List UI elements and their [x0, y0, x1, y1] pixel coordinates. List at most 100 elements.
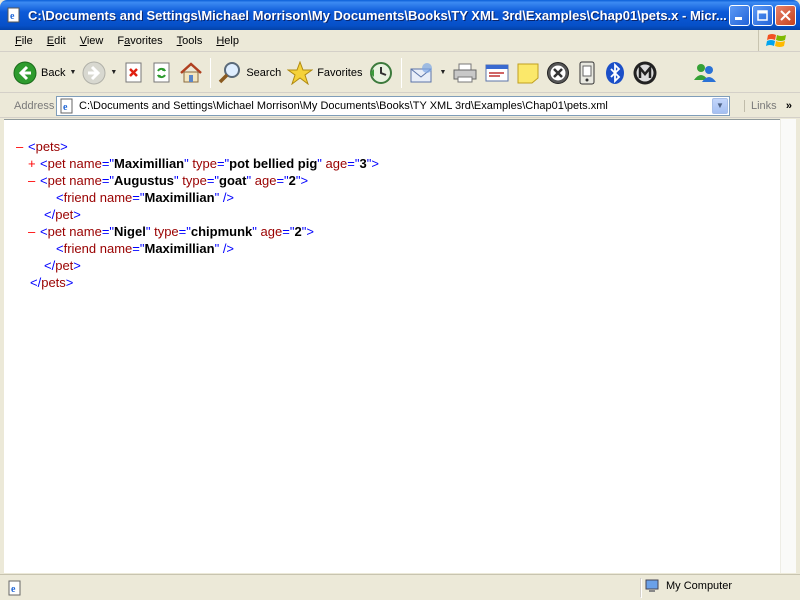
menu-tools[interactable]: Tools: [170, 35, 210, 47]
device-icon: [579, 61, 595, 84]
print-button[interactable]: [449, 55, 481, 91]
menu-favorites-label: vorites: [130, 34, 163, 47]
address-input[interactable]: e C:\Documents and Settings\Michael Morr…: [56, 95, 730, 116]
xml-attr-value: goat: [219, 173, 247, 188]
bluetooth-icon: [606, 61, 625, 84]
xml-attr-value: Augustus: [114, 173, 174, 188]
history-button[interactable]: [365, 55, 397, 91]
menu-favorites[interactable]: Favorites: [110, 35, 169, 47]
page-icon: e: [60, 98, 73, 113]
xml-punct: ": [252, 224, 257, 239]
menu-file[interactable]: File: [8, 35, 40, 47]
svg-text:e: e: [11, 584, 16, 595]
address-dropdown-icon[interactable]: ▼: [712, 97, 728, 114]
expand-toggle[interactable]: +: [28, 155, 40, 172]
xml-punct: <: [56, 241, 64, 256]
window-title: C:\Documents and Settings\Michael Morris…: [28, 7, 727, 23]
page-status-icon: e: [8, 580, 21, 595]
maximize-button[interactable]: [752, 5, 773, 26]
mail-icon: [410, 62, 433, 82]
back-button[interactable]: Back ▼: [10, 55, 79, 91]
edit-page-icon: [485, 64, 509, 81]
search-button[interactable]: Search: [215, 55, 284, 91]
menu-edit[interactable]: Edit: [40, 35, 73, 47]
forward-arrow-icon: [82, 61, 106, 84]
xml-tag-name: pet: [47, 156, 66, 171]
xml-punct: =": [347, 156, 360, 171]
xml-tag-name: pet: [55, 207, 74, 222]
xml-tag-name: pet: [55, 258, 74, 273]
xml-attr-value: Nigel: [114, 224, 146, 239]
messenger-button[interactable]: [689, 55, 721, 91]
xml-tag-name: friend: [63, 241, 97, 256]
ie-page-icon: e: [7, 7, 20, 23]
xml-attr-name: name: [99, 190, 133, 205]
forward-dropdown-icon[interactable]: ▼: [110, 69, 117, 76]
xml-punct: =": [132, 190, 145, 205]
back-arrow-icon: [13, 61, 37, 84]
menu-tools-label: ools: [182, 34, 203, 47]
links-label[interactable]: Links: [744, 99, 777, 112]
phone-button[interactable]: [573, 55, 601, 91]
xml-punct: =": [178, 224, 191, 239]
xml-punct: >: [371, 156, 379, 171]
links-chevron-icon[interactable]: »: [786, 100, 792, 112]
back-dropdown-icon[interactable]: ▼: [69, 69, 76, 76]
stop-button[interactable]: [120, 55, 148, 91]
menu-help[interactable]: Help: [209, 35, 246, 47]
home-button[interactable]: [176, 55, 206, 91]
discuss-button[interactable]: [513, 55, 543, 91]
search-label: Search: [246, 66, 282, 79]
stop-icon: [125, 62, 142, 82]
xml-attr-name: name: [99, 241, 133, 256]
xml-punct: >: [306, 224, 314, 239]
note-icon: [517, 63, 539, 83]
forward-button[interactable]: ▼: [79, 55, 120, 91]
mail-dropdown-icon[interactable]: ▼: [439, 69, 446, 76]
xml-root-open: – <pets>: [16, 138, 379, 155]
collapse-toggle[interactable]: –: [28, 172, 40, 189]
windows-flag-icon: [765, 33, 786, 47]
xml-attr-value: 2: [294, 224, 302, 239]
xml-attr-name: type: [182, 173, 207, 188]
xml-punct: =": [216, 156, 230, 171]
refresh-button[interactable]: [148, 55, 176, 91]
minimize-button[interactable]: [729, 5, 750, 26]
xml-tag-name: pet: [47, 173, 66, 188]
xml-tag-name: pets: [35, 139, 61, 154]
document-view[interactable]: – <pets> + <pet name="Maximillian" type="po…: [4, 119, 780, 573]
windows-logo: [758, 30, 794, 51]
menu-view-label: iew: [86, 34, 104, 47]
mail-button[interactable]: ▼: [406, 55, 449, 91]
xml-punct: =": [276, 173, 289, 188]
xml-punct: =": [282, 224, 295, 239]
xml-punct: ": [246, 173, 252, 188]
security-zone: My Computer: [644, 578, 732, 594]
xml-punct: >: [73, 207, 81, 222]
xml-tree: – <pets> + <pet name="Maximillian" type="po…: [16, 138, 379, 291]
xml-punct: =": [132, 241, 145, 256]
x-circle-icon: [547, 61, 570, 84]
menu-view[interactable]: View: [73, 35, 111, 47]
xml-punct: </: [44, 207, 56, 222]
close-button[interactable]: [775, 5, 796, 26]
edit-button[interactable]: [481, 55, 513, 91]
vertical-scrollbar[interactable]: [780, 119, 796, 573]
collapse-toggle[interactable]: –: [16, 138, 28, 155]
collapse-toggle[interactable]: –: [28, 223, 40, 240]
bluetooth-button[interactable]: [601, 55, 629, 91]
history-icon: [370, 61, 393, 84]
xml-punct: </: [30, 275, 42, 290]
xml-attr-name: name: [69, 156, 102, 171]
xml-pet-open: – <pet name="Nigel" type="chipmunk" age="…: [16, 223, 379, 240]
xml-punct: >: [300, 173, 309, 188]
favorites-button[interactable]: Favorites: [284, 55, 365, 91]
cancel-circle-button[interactable]: [543, 55, 573, 91]
menu-file-accel: F: [15, 34, 22, 47]
xml-punct: ": [174, 173, 179, 188]
xml-root-close: </pets>: [16, 274, 379, 291]
search-icon: [219, 61, 241, 83]
title-bar[interactable]: e C:\Documents and Settings\Michael Morr…: [0, 0, 800, 30]
messenger-m-button[interactable]: [629, 55, 661, 91]
xml-attr-value: 3: [359, 156, 367, 171]
